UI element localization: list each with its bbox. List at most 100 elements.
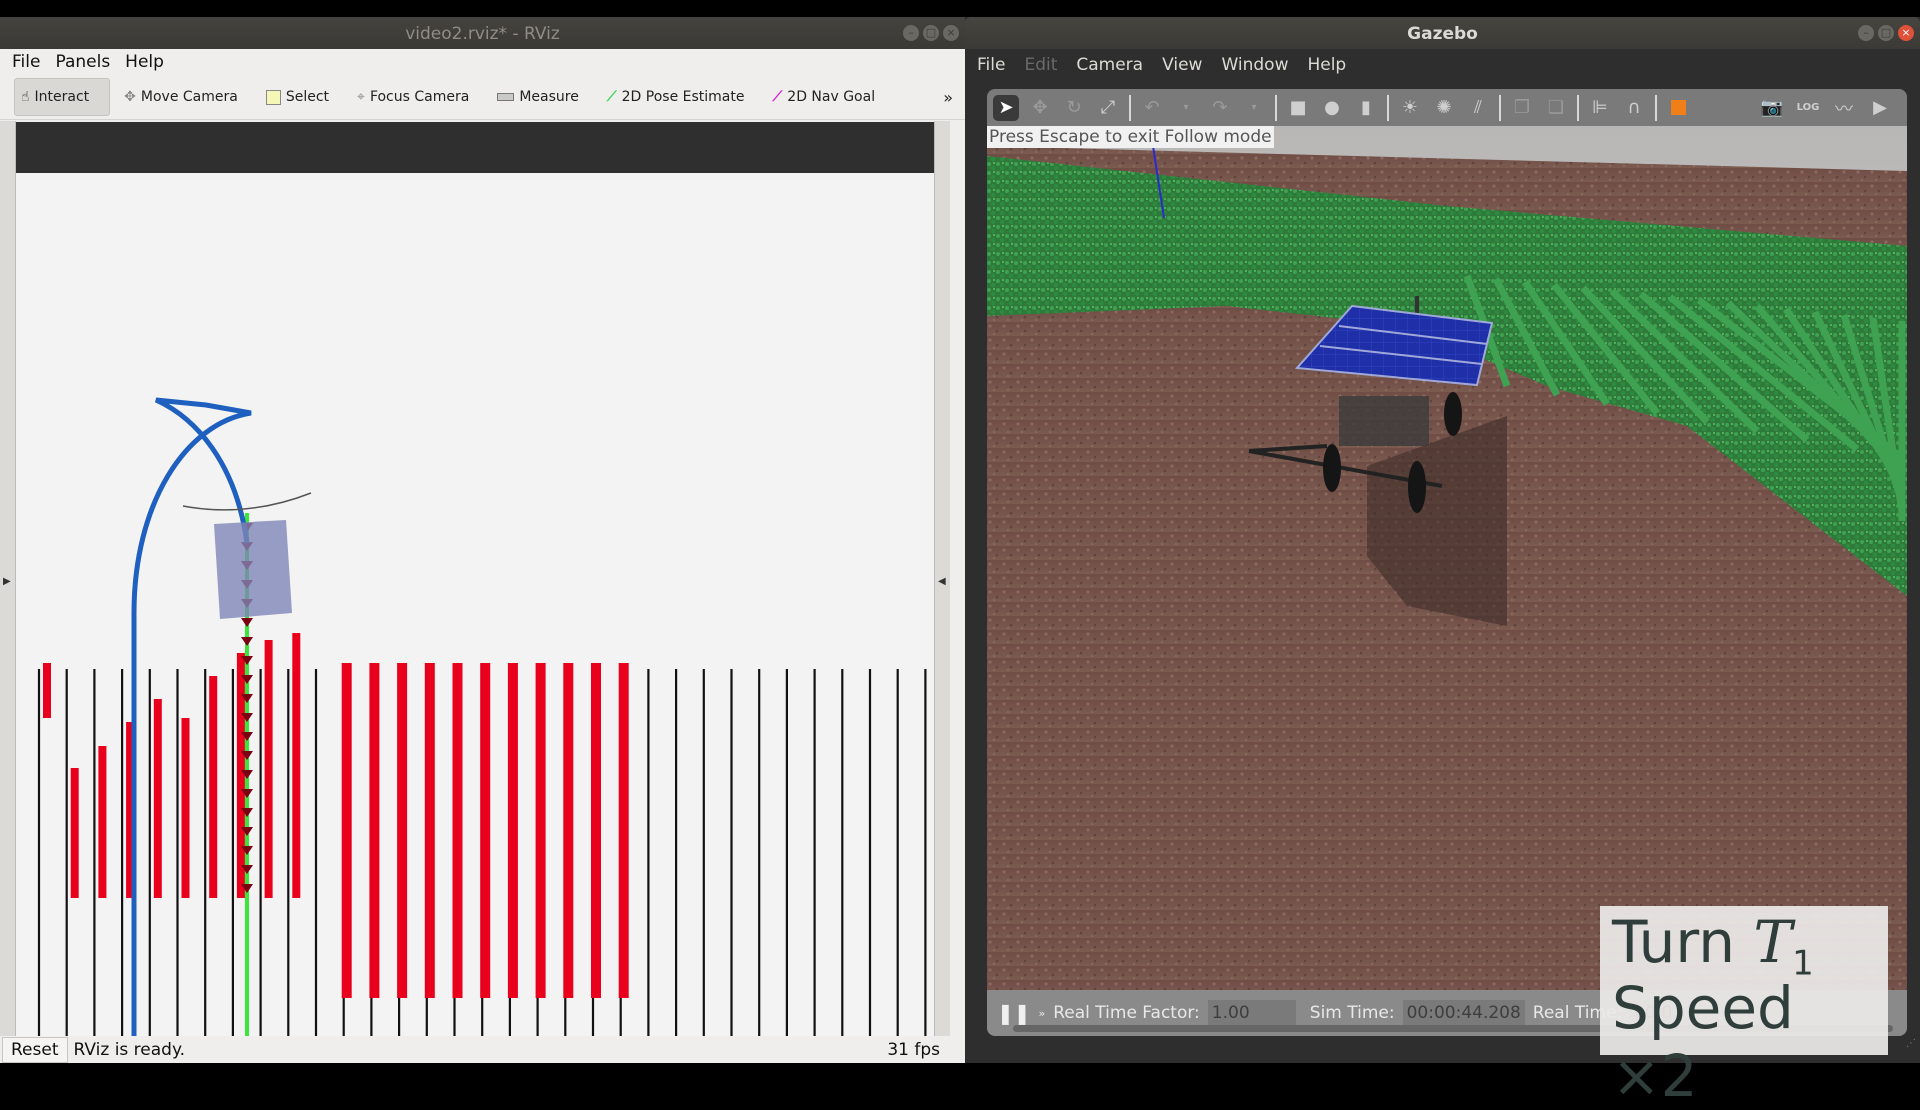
- tool-label: 2D Nav Goal: [787, 89, 876, 105]
- menu-view[interactable]: View: [1162, 55, 1202, 75]
- tool-label: Interact: [34, 89, 90, 105]
- maximize-button[interactable]: □: [1878, 25, 1894, 41]
- resize-grip-icon[interactable]: ⋰: [1906, 1038, 1916, 1049]
- expand-right-icon[interactable]: ◀: [938, 576, 946, 587]
- detection-marker: [618, 663, 629, 998]
- point-light-icon[interactable]: ☀: [1397, 95, 1423, 121]
- box-shape-icon[interactable]: ■: [1285, 95, 1311, 121]
- focus-camera-icon: ⌖: [357, 89, 365, 105]
- robot-footprint: [214, 520, 292, 619]
- detection-marker: [70, 768, 79, 898]
- sim-time-label: Sim Time:: [1309, 1003, 1395, 1023]
- video-caption-overlay: Turn T1 Speed ×2: [1600, 906, 1888, 1110]
- tool-label: Focus Camera: [369, 89, 470, 105]
- select-box-icon: [265, 89, 281, 105]
- detection-marker: [369, 663, 380, 998]
- rviz-scene: [37, 397, 927, 1036]
- paste-icon[interactable]: ❏: [1543, 95, 1569, 121]
- laser-scan: [182, 492, 312, 511]
- menu-camera[interactable]: Camera: [1076, 55, 1143, 75]
- minimize-button[interactable]: –: [1858, 25, 1874, 41]
- reset-button[interactable]: Reset: [2, 1036, 68, 1063]
- tool-2d-pose-estimate[interactable]: ⟋ 2D Pose Estimate: [593, 79, 759, 115]
- wheel-front-left: [1323, 444, 1341, 492]
- caption-line-2: Speed ×2: [1612, 974, 1794, 1110]
- detection-marker: [98, 746, 107, 898]
- caption-turn-word: Turn: [1612, 908, 1735, 976]
- path-arrow: [241, 637, 253, 646]
- follow-mode-notice: Press Escape to exit Follow mode: [987, 126, 1274, 148]
- screenshot-camera-icon[interactable]: 📷: [1759, 95, 1785, 121]
- detection-marker: [209, 676, 218, 898]
- spot-light-icon[interactable]: ✺: [1431, 95, 1457, 121]
- menu-panels[interactable]: Panels: [55, 52, 110, 72]
- redo-dropdown-icon[interactable]: ▾: [1241, 95, 1267, 121]
- gazebo-menubar: File Edit Camera View Window Help: [977, 49, 1346, 81]
- hand-pointer-icon: ☝: [21, 89, 30, 105]
- rotate-mode-icon[interactable]: ↻: [1061, 95, 1087, 121]
- rviz-titlebar: video2.rviz* - RViz – □ ×: [0, 17, 965, 49]
- robot-frame: [1339, 396, 1429, 446]
- left-dock-collapse[interactable]: ▶: [0, 121, 16, 1036]
- scale-mode-icon[interactable]: ⤢: [1095, 95, 1121, 121]
- right-dock-collapse[interactable]: ◀: [934, 121, 950, 1036]
- gazebo-3d-view[interactable]: Press Escape to exit Follow mode: [987, 126, 1907, 1007]
- select-mode-icon[interactable]: ➤: [993, 94, 1019, 121]
- path-arrow: [241, 618, 253, 627]
- magenta-arrow-icon: ⟋: [772, 89, 783, 105]
- menu-file[interactable]: File: [12, 52, 40, 72]
- wheel-rear-right: [1444, 392, 1462, 436]
- menu-help[interactable]: Help: [125, 52, 164, 72]
- undo-dropdown-icon[interactable]: ▾: [1173, 95, 1199, 121]
- detection-marker: [292, 633, 301, 898]
- view-angle-icon[interactable]: [1665, 95, 1691, 121]
- close-button[interactable]: ×: [1898, 25, 1914, 41]
- caption-turn-symbol: T: [1753, 908, 1793, 976]
- snap-magnet-icon[interactable]: ∩: [1621, 95, 1647, 121]
- menu-file[interactable]: File: [977, 55, 1005, 75]
- minimize-button[interactable]: –: [903, 25, 919, 41]
- wheel-front-right: [1408, 461, 1426, 513]
- log-icon[interactable]: LOG: [1795, 95, 1821, 121]
- copy-icon[interactable]: ❐: [1509, 95, 1535, 121]
- gazebo-window-title: Gazebo: [1407, 24, 1478, 44]
- fps-readout: 31 fps: [887, 1039, 940, 1060]
- translate-mode-icon[interactable]: ✥: [1027, 95, 1053, 121]
- tool-label: Select: [285, 89, 330, 105]
- expand-icon[interactable]: »: [1039, 1007, 1046, 1020]
- detection-marker: [507, 663, 518, 998]
- detection-marker: [236, 653, 245, 898]
- tool-focus-camera[interactable]: ⌖ Focus Camera: [343, 79, 483, 115]
- tool-2d-nav-goal[interactable]: ⟋ 2D Nav Goal: [758, 79, 889, 115]
- plot-icon[interactable]: 〰: [1831, 95, 1857, 121]
- align-icon[interactable]: ⊫: [1587, 95, 1613, 121]
- sim-time-value: 00:00:44.208: [1402, 1000, 1525, 1026]
- rviz-window-title: video2.rviz* - RViz: [405, 24, 560, 44]
- detection-marker: [563, 663, 574, 998]
- redo-icon[interactable]: ↷: [1207, 95, 1233, 121]
- caption-line-1: Turn T1: [1612, 908, 1814, 984]
- green-arrow-icon: ⟋: [606, 89, 617, 105]
- rviz-3d-view[interactable]: [16, 173, 949, 1036]
- menu-help[interactable]: Help: [1307, 55, 1346, 75]
- tool-move-camera[interactable]: ✥ Move Camera: [110, 79, 252, 115]
- expand-left-icon[interactable]: ▶: [3, 576, 11, 587]
- video-record-icon[interactable]: ▶: [1867, 95, 1893, 121]
- tool-measure[interactable]: Measure: [483, 79, 593, 115]
- detection-marker: [341, 663, 352, 998]
- toolbar-overflow-button[interactable]: »: [943, 88, 953, 107]
- sphere-shape-icon[interactable]: ●: [1319, 95, 1345, 121]
- maximize-button[interactable]: □: [923, 25, 939, 41]
- undo-icon[interactable]: ↶: [1139, 95, 1165, 121]
- pause-icon[interactable]: ❚❚: [997, 1001, 1031, 1025]
- close-button[interactable]: ×: [943, 25, 959, 41]
- directional-light-icon[interactable]: ⫽: [1465, 95, 1491, 121]
- tool-interact[interactable]: ☝ Interact: [14, 78, 111, 116]
- real-time-factor-value: 1.00: [1207, 1000, 1296, 1026]
- tool-select[interactable]: Select: [252, 79, 343, 115]
- menu-window[interactable]: Window: [1221, 55, 1288, 75]
- gazebo-titlebar: Gazebo – □ ×: [965, 17, 1920, 49]
- detection-marker: [452, 663, 463, 998]
- cylinder-shape-icon[interactable]: ▮: [1353, 95, 1379, 121]
- detection-marker: [591, 663, 601, 998]
